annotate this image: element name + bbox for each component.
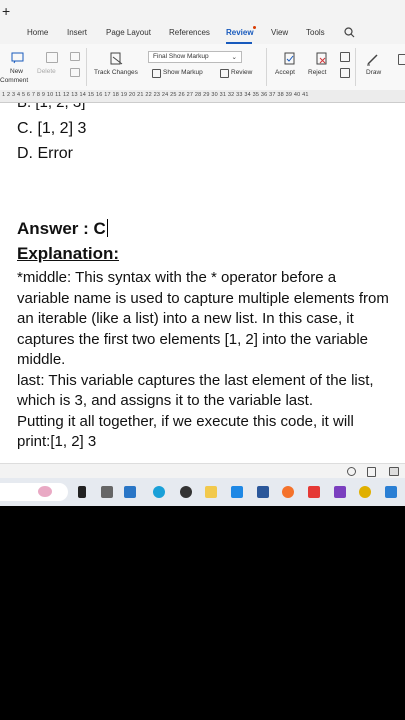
tab-view[interactable]: View [271,28,288,37]
read-mode-icon[interactable] [367,467,376,477]
new-comment-icon [11,52,24,64]
option-b-text: B. [1, 2, 3] [17,103,85,114]
document-page[interactable]: B. [1, 2, 3] C. [1, 2] 3 D. Error Answer… [0,103,405,463]
review-pane-icon [220,69,229,78]
ribbon-separator [266,48,267,86]
explanation-line: Putting it all together, if we execute t… [17,412,354,430]
store-icon[interactable] [257,486,269,498]
previous-comment-icon[interactable] [70,52,80,61]
chevron-down-icon: ⌄ [231,54,237,61]
tab-tools[interactable]: Tools [306,28,325,37]
explanation-line: print:[1, 2] 3 [17,433,97,450]
task-view-icon[interactable] [78,486,86,498]
option-c-text: C. [1, 2] 3 [17,120,87,137]
answer-line: Answer : C [17,219,109,240]
review-pane-label: Review [231,69,253,76]
search-icon[interactable] [344,27,355,38]
explanation-line: last: This variable captures the last el… [17,371,374,389]
explanation-line: *middle: This syntax with the * operator… [17,269,337,286]
accept-label: Accept [275,69,295,76]
accept-icon [284,52,295,65]
option-d-text: D. Error [17,145,73,162]
overflow-tool-icon[interactable] [398,54,405,65]
status-bar [0,463,405,478]
edge-browser-icon[interactable] [153,486,165,498]
new-comment-label-2: Comment [0,77,29,84]
vscode-icon[interactable] [385,486,397,498]
next-change-icon[interactable] [340,68,350,78]
review-ribbon: New Comment Delete Track Changes Final S… [0,44,405,91]
horizontal-ruler[interactable]: 1 2 3 4 5 6 7 8 9 10 11 12 13 14 15 16 1… [0,90,405,103]
answer-text: Answer : C [17,219,106,238]
delete-comment-icon [46,52,58,63]
ruler-numbers: 1 2 3 4 5 6 7 8 9 10 11 12 13 14 15 16 1… [2,92,309,98]
explanation-line: which is 3, and assigns it to the variab… [17,392,313,409]
taskbar-search-box[interactable] [0,483,68,501]
next-comment-icon[interactable] [70,68,80,77]
dell-app-icon[interactable] [124,486,136,498]
delete-label: Delete [37,68,56,75]
menu-bar: Home Insert Page Layout References Revie… [0,22,405,44]
text-cursor [106,219,109,237]
tab-page-layout[interactable]: Page Layout [106,28,151,37]
tab-home[interactable]: Home [27,28,48,37]
new-comment-label: New [10,68,24,75]
explanation-line: middle. [17,351,66,368]
tab-insert[interactable]: Insert [67,28,87,37]
chrome-icon[interactable] [359,486,371,498]
explanation-line: variable name is used to capture multipl… [17,289,389,307]
notepad-icon[interactable] [231,486,243,498]
tab-references[interactable]: References [169,28,210,37]
file-explorer-icon[interactable] [205,486,217,498]
purple-app-icon[interactable] [334,486,346,498]
track-changes-icon [110,52,123,65]
track-changes-label: Track Changes [94,69,138,76]
explanation-heading: Explanation: [17,244,120,263]
markup-mode-select[interactable]: Final Show Markup ⌄ [148,51,242,63]
notification-dot [253,26,256,29]
previous-change-icon[interactable] [340,52,350,62]
firefox-icon[interactable] [282,486,294,498]
widgets-icon[interactable] [101,486,113,498]
ribbon-separator [355,48,356,86]
print-layout-icon[interactable] [389,467,399,476]
explanation-line: captures the first two elements [1, 2] i… [17,330,369,348]
show-markup-icon [152,69,161,78]
ribbon-separator [86,48,87,86]
tab-review[interactable]: Review [226,28,254,37]
wps-office-icon[interactable] [308,486,320,498]
word-app-window: + Home Insert Page Layout References Rev… [0,0,405,478]
draw-label: Draw [366,69,382,76]
media-app-icon[interactable] [180,486,192,498]
focus-mode-icon[interactable] [347,467,356,476]
reject-icon [316,52,327,65]
taskbar [0,478,405,506]
search-highlight-icon [38,486,52,497]
markup-mode-value: Final Show Markup [153,53,209,60]
title-bar: + [0,0,405,22]
pen-icon [367,54,378,66]
new-tab-icon[interactable]: + [2,3,10,19]
show-markup-label: Show Markup [163,69,203,76]
explanation-line: an iterable (like a list) into a new lis… [17,310,354,327]
reject-label: Reject [308,69,327,76]
